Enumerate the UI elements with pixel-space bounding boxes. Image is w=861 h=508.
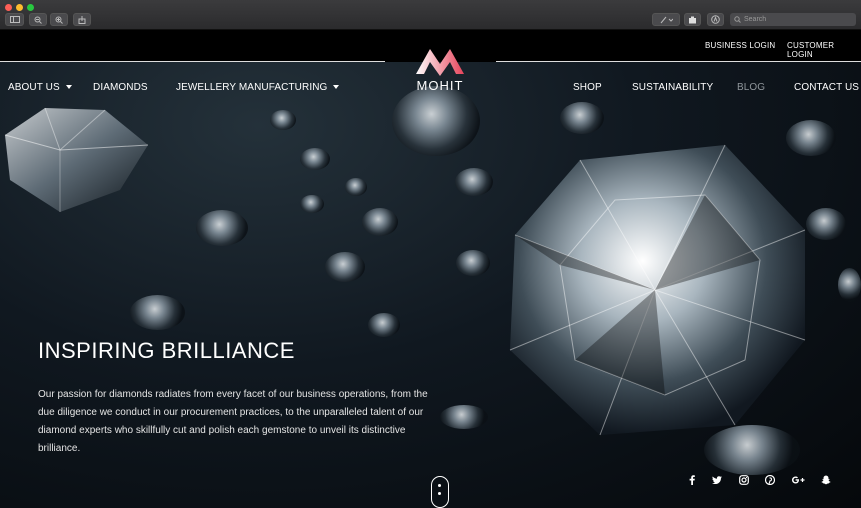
twitter-icon[interactable]	[711, 474, 723, 486]
zoom-in-button[interactable]	[50, 13, 68, 26]
header-divider-right	[496, 61, 861, 62]
pinterest-icon[interactable]	[764, 474, 776, 486]
diamond-decor	[368, 313, 400, 337]
scroll-dot	[438, 484, 441, 487]
caret-down-icon	[65, 85, 72, 90]
scroll-dot	[438, 492, 441, 495]
zoom-in-icon	[55, 16, 63, 24]
hero-section: BUSINESS LOGIN CUSTOMER LOGIN MOHIT ABOU…	[0, 30, 861, 508]
diamond-decor	[440, 405, 488, 429]
diamond-decor	[704, 425, 800, 475]
nav-about-us[interactable]: ABOUT US	[8, 82, 72, 93]
diamond-decor	[560, 102, 604, 134]
zoom-window-button[interactable]	[27, 4, 34, 11]
customer-login-link[interactable]: CUSTOMER LOGIN	[787, 41, 861, 59]
zoom-out-icon	[34, 16, 42, 24]
diamond-decor	[300, 148, 330, 170]
nav-contact-us[interactable]: CONTACT US	[794, 82, 859, 93]
search-input[interactable]: Search	[730, 13, 856, 26]
hero-headline: INSPIRING BRILLIANCE	[38, 338, 295, 363]
search-icon	[734, 16, 741, 23]
reader-button[interactable]	[707, 13, 724, 26]
logo-wordmark: MOHIT	[416, 78, 464, 93]
nav-jewellery-manufacturing-label: JEWELLERY MANUFACTURING	[176, 82, 328, 93]
diamond-image-left	[0, 100, 150, 215]
sidebar-icon	[9, 16, 20, 23]
diamond-decor	[838, 268, 861, 302]
puzzle-icon	[689, 16, 696, 23]
diamond-decor	[806, 208, 846, 240]
facebook-icon[interactable]	[686, 474, 698, 486]
diamond-decor	[196, 210, 248, 246]
nav-diamonds[interactable]: DIAMONDS	[93, 82, 148, 93]
caret-down-icon	[333, 85, 340, 90]
google-plus-icon[interactable]	[790, 474, 806, 486]
pen-icon	[660, 16, 673, 23]
diamond-decor	[392, 86, 480, 156]
hero-paragraph: Our passion for diamonds radiates from e…	[38, 389, 428, 454]
diamond-image-main	[505, 140, 815, 440]
diamond-decor	[345, 178, 367, 196]
search-placeholder: Search	[744, 16, 767, 23]
diamond-decor	[456, 250, 490, 276]
diamond-decor	[325, 252, 365, 282]
extension-button[interactable]	[684, 13, 701, 26]
share-icon	[78, 15, 86, 24]
mohit-logo-icon	[416, 49, 464, 76]
scroll-down-indicator[interactable]	[431, 476, 449, 508]
snapchat-icon[interactable]	[820, 474, 832, 486]
zoom-out-button[interactable]	[29, 13, 47, 26]
minimize-window-button[interactable]	[16, 4, 23, 11]
annotate-button[interactable]	[652, 13, 680, 26]
nav-about-us-label: ABOUT US	[8, 82, 60, 93]
diamond-decor	[130, 295, 185, 330]
sidebar-toggle-button[interactable]	[5, 13, 24, 26]
share-button[interactable]	[73, 13, 91, 26]
diamond-decor	[300, 195, 324, 213]
nav-shop[interactable]: SHOP	[573, 82, 602, 93]
diamond-decor	[455, 168, 493, 196]
instagram-icon[interactable]	[738, 474, 750, 486]
header-divider-left	[0, 61, 385, 62]
diamond-decor	[362, 208, 398, 236]
business-login-link[interactable]: BUSINESS LOGIN	[705, 41, 775, 50]
nav-sustainability[interactable]: SUSTAINABILITY	[632, 82, 713, 93]
circle-a-icon	[711, 15, 720, 24]
close-window-button[interactable]	[5, 4, 12, 11]
diamond-decor	[786, 120, 836, 156]
browser-toolbar: Search	[0, 0, 861, 30]
brand-logo[interactable]: MOHIT	[410, 46, 470, 94]
nav-blog[interactable]: BLOG	[737, 82, 765, 93]
diamond-decor	[270, 110, 296, 130]
nav-jewellery-manufacturing[interactable]: JEWELLERY MANUFACTURING	[176, 82, 340, 93]
